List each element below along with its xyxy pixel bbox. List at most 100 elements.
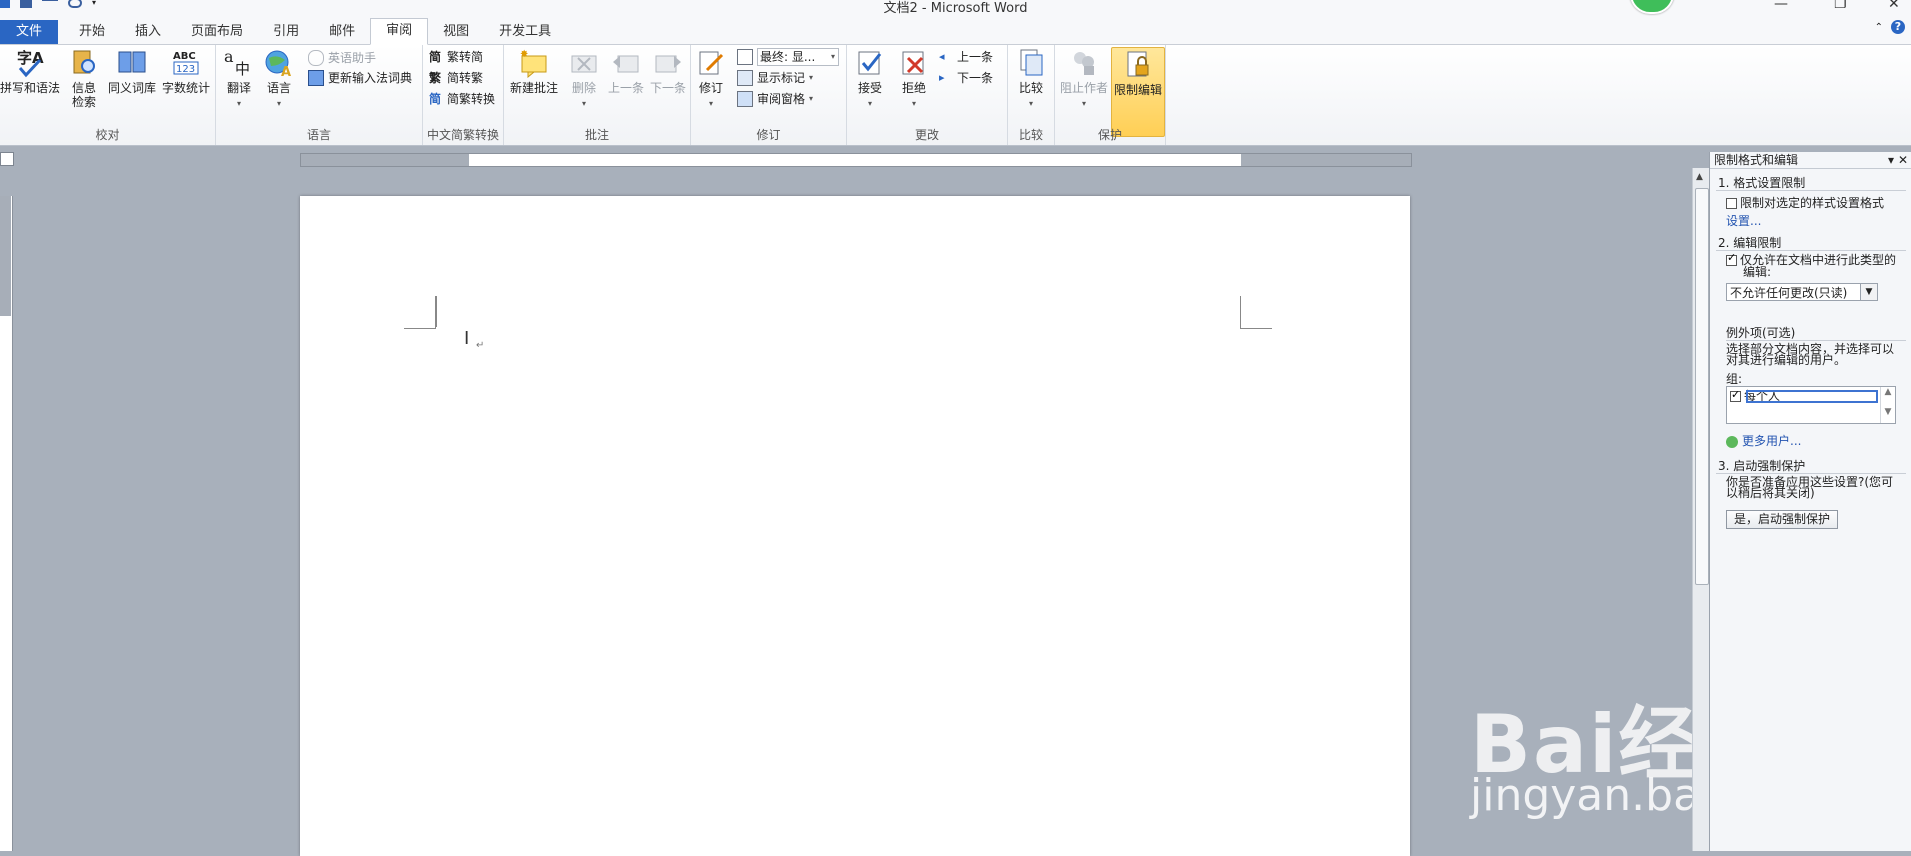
next-comment-icon [655, 55, 681, 73]
help-area: ⌃ ? [1875, 20, 1905, 34]
reject-button[interactable]: 拒绝 ▾ [893, 48, 935, 111]
group-tracking: 修订 ▾ 最终: 显... ▾ 显示标记 ▾ 审阅窗格 ▾ 修订 [691, 45, 847, 145]
group-protect: 阻止作者 ▾ 限制编辑 保护 [1055, 45, 1166, 145]
tab-developer[interactable]: 开发工具 [484, 20, 566, 44]
more-users-link[interactable]: 更多用户... [1726, 432, 1801, 449]
pane-close-icon[interactable]: ✕ [1898, 152, 1908, 168]
delete-comment-button[interactable]: 删除 ▾ [564, 48, 604, 111]
editing-type-select[interactable]: 不允许任何更改(只读) ▼ [1726, 283, 1878, 301]
svg-text:A: A [281, 65, 291, 78]
svg-text:123: 123 [176, 64, 195, 75]
update-ime-dictionary-button[interactable]: 更新输入法词典 [308, 68, 412, 88]
text-cursor-icon: I [464, 328, 470, 349]
language-button[interactable]: A 语言 ▾ [260, 48, 298, 111]
translate-icon: a中 [224, 48, 250, 78]
block-authors-icon [1074, 52, 1094, 75]
show-markup-icon [737, 70, 753, 86]
spelling-grammar-button[interactable]: 字A 拼写和语法 [0, 48, 60, 95]
exceptions-title: 例外项(可选) [1726, 326, 1796, 340]
section-editing-title: 2. 编辑限制 [1718, 236, 1782, 250]
scrollbar-thumb[interactable] [1695, 188, 1709, 585]
limit-formatting-checkbox[interactable]: 限制对选定的样式设置格式 [1726, 194, 1884, 211]
group-comments: ✸ 新建批注 删除 ▾ 上一条 下一条 批注 [504, 45, 691, 145]
restrict-editing-pane: 限制格式和编辑 ▾ ✕ 1. 格式设置限制 限制对选定的样式设置格式 设置...… [1709, 152, 1911, 851]
groups-listbox[interactable]: 每个人 ▲▼ [1726, 386, 1896, 424]
formatting-settings-link[interactable]: 设置... [1726, 212, 1761, 229]
allow-editing-checkbox[interactable]: 仅允许在文档中进行此类型的 编辑: [1726, 252, 1896, 278]
chevron-down-icon: ▾ [830, 52, 835, 61]
group-changes: 接受 ▾ 拒绝 ▾ ◂ 上一条 ▸ 下一条 更改 [847, 45, 1008, 145]
checkbox-unchecked[interactable] [1726, 198, 1737, 209]
thesaurus-button[interactable]: 同义词库 [106, 48, 158, 95]
conversion-icon: 简 [429, 92, 442, 106]
ribbon-tabs: 文件 开始 插入 页面布局 引用 邮件 审阅 视图 开发工具 [0, 18, 566, 45]
tab-review[interactable]: 审阅 [370, 18, 429, 45]
ribbon-review: 字A 拼写和语法 信息 检索 同义词库 ABC 123 字数统计 校对 a中 翻译… [0, 45, 1911, 146]
word-count-button[interactable]: ABC 123 字数统计 [160, 48, 212, 95]
tab-page-layout[interactable]: 页面布局 [176, 20, 258, 44]
svg-text:中: 中 [235, 60, 250, 78]
scroll-up-icon[interactable]: ▲ [1696, 172, 1703, 182]
display-for-review-select[interactable]: 最终: 显... ▾ [737, 47, 839, 67]
tab-insert[interactable]: 插入 [120, 20, 176, 44]
traditional-to-simplified-button[interactable]: 简 繁转简 [429, 47, 483, 67]
research-button[interactable]: 信息 检索 [64, 48, 104, 109]
tab-home[interactable]: 开始 [64, 20, 120, 44]
svg-text:字A: 字A [17, 49, 44, 67]
horizontal-ruler[interactable] [300, 153, 1412, 167]
t2s-icon: 简 [429, 50, 442, 64]
pane-options-icon[interactable]: ▾ [1888, 152, 1894, 168]
tab-view[interactable]: 视图 [428, 20, 484, 44]
tab-references[interactable]: 引用 [258, 20, 314, 44]
block-authors-button[interactable]: 阻止作者 ▾ [1057, 48, 1111, 111]
show-markup-button[interactable]: 显示标记 ▾ [737, 68, 813, 88]
exceptions-description: 选择部分文档内容，并选择可以 对其进行编辑的用户。 [1726, 342, 1895, 367]
chevron-down-icon[interactable]: ▼ [1860, 284, 1877, 300]
new-comment-icon: ✸ [520, 49, 547, 78]
new-comment-button[interactable]: ✸ 新建批注 [506, 48, 562, 95]
previous-change-icon: ◂ [939, 50, 945, 63]
users-icon [1726, 435, 1738, 448]
restore-icon[interactable]: ❐ [1834, 0, 1847, 12]
track-changes-button[interactable]: 修订 ▾ [693, 48, 729, 111]
delete-comment-icon [571, 55, 597, 73]
minimize-icon[interactable]: — [1774, 0, 1788, 12]
english-assistant-button[interactable]: 英语助手 [308, 48, 376, 68]
vertical-scrollbar[interactable]: ▲ [1692, 168, 1710, 851]
restrict-editing-button[interactable]: 限制编辑 [1111, 47, 1165, 137]
reject-icon [902, 51, 924, 75]
tab-file[interactable]: 文件 [0, 20, 59, 44]
tab-mailings[interactable]: 邮件 [314, 20, 370, 44]
previous-comment-button[interactable]: 上一条 [606, 48, 646, 95]
simplified-to-traditional-button[interactable]: 繁 简转繁 [429, 68, 483, 88]
thesaurus-icon [118, 51, 146, 73]
listbox-scrollbar[interactable]: ▲ ▼ [1880, 387, 1895, 423]
reviewing-pane-button[interactable]: 审阅窗格 ▾ [737, 89, 813, 109]
tab-selector[interactable] [0, 152, 14, 166]
group-label-chinese: 中文简繁转换 [426, 128, 499, 142]
checkbox-checked[interactable] [1730, 388, 1741, 402]
next-comment-button[interactable]: 下一条 [648, 48, 688, 95]
document-page[interactable]: I ↵ [300, 196, 1410, 856]
previous-change-button[interactable]: ◂ 上一条 [939, 47, 993, 67]
compare-icon [1020, 49, 1043, 76]
checkbox-checked[interactable] [1726, 252, 1737, 266]
list-item[interactable]: 每个人 [1730, 388, 1878, 403]
help-icon[interactable]: ? [1891, 20, 1905, 34]
accept-button[interactable]: 接受 ▾ [849, 48, 891, 111]
word-count-icon: ABC 123 [173, 51, 199, 75]
vertical-ruler[interactable] [0, 196, 13, 851]
english-assistant-icon [308, 50, 324, 66]
ime-dictionary-icon [308, 70, 324, 86]
start-enforcing-protection-button[interactable]: 是，启动强制保护 [1726, 510, 1838, 529]
track-changes-icon [699, 51, 724, 75]
translate-button[interactable]: a中 翻译 ▾ [220, 48, 258, 111]
group-label-tracking: 修订 [756, 128, 781, 142]
ribbon-minimize-icon[interactable]: ⌃ [1875, 22, 1883, 33]
compare-button[interactable]: 比较 ▾ [1011, 48, 1051, 111]
chinese-conversion-button[interactable]: 简 简繁转换 [429, 89, 495, 109]
window-title: 文档2 - Microsoft Word [883, 1, 1028, 16]
crop-mark-top-right [1240, 296, 1241, 328]
next-change-button[interactable]: ▸ 下一条 [939, 68, 993, 88]
close-icon[interactable]: ✕ [1888, 0, 1900, 12]
